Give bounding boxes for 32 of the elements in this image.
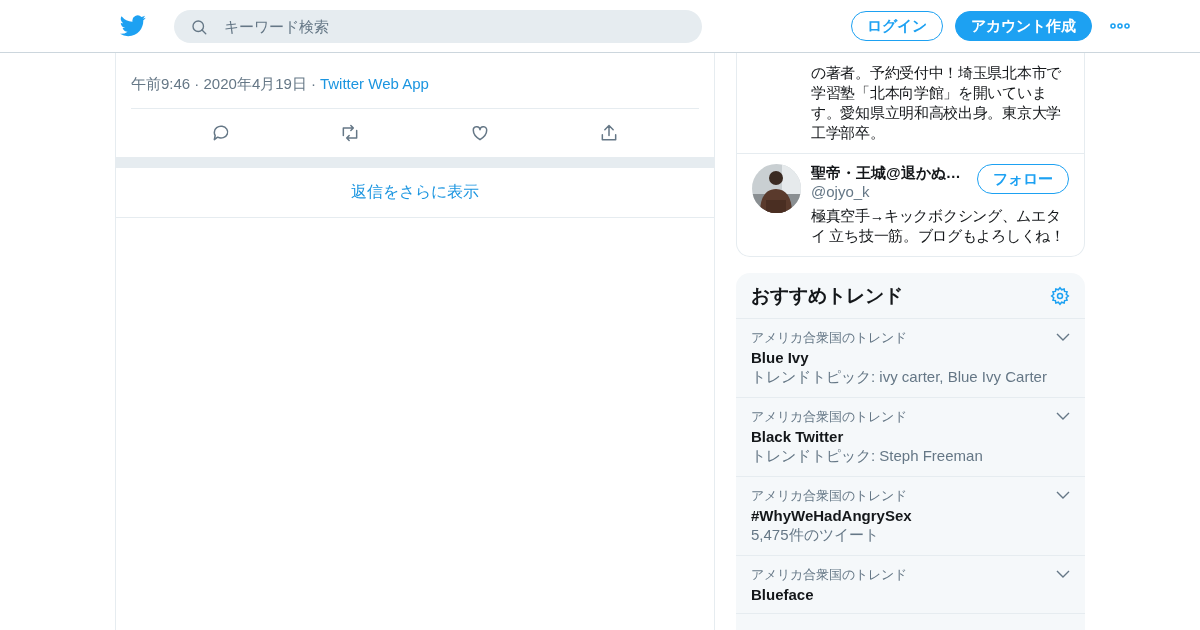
trend-detail: 5,475件のツイート bbox=[751, 526, 880, 545]
follow-button[interactable]: フォロー bbox=[977, 164, 1069, 194]
trend-name[interactable]: #WhyWeHadAngrySex bbox=[751, 507, 1070, 524]
trends-title: おすすめトレンド bbox=[751, 283, 903, 308]
trend-context: アメリカ合衆国のトレンド bbox=[751, 566, 907, 584]
trend-context: アメリカ合衆国のトレンド bbox=[751, 408, 907, 426]
user-name: 聖帝・王城@退かぬ… bbox=[811, 164, 961, 183]
chevron-down-icon[interactable] bbox=[1056, 333, 1070, 341]
trend-name[interactable]: Blue Ivy bbox=[751, 349, 1070, 366]
chevron-down-icon[interactable] bbox=[1056, 570, 1070, 578]
user-bio: の著者。予約受付中！埼玉県北本市で学習塾「北本向学館」を開いています。愛知県立明和高校出身。東京大学工学部卒。 bbox=[811, 64, 1062, 143]
trend-context: アメリカ合衆国のトレンド bbox=[751, 329, 907, 347]
more-icon[interactable] bbox=[1110, 23, 1130, 29]
chevron-down-icon[interactable] bbox=[1056, 412, 1070, 420]
trend-name[interactable]: Black Twitter bbox=[751, 428, 1070, 445]
search-icon[interactable] bbox=[190, 17, 208, 36]
signup-button[interactable]: アカウント作成 bbox=[955, 11, 1092, 41]
trend-context: アメリカ合衆国のトレンド bbox=[751, 487, 907, 505]
trend-name[interactable]: Blueface bbox=[751, 586, 1070, 603]
more-replies-link[interactable]: 返信をさらに表示 bbox=[351, 182, 479, 203]
settings-icon[interactable] bbox=[1050, 285, 1070, 306]
chevron-down-icon[interactable] bbox=[1056, 491, 1070, 499]
separator-dot: · bbox=[310, 75, 316, 94]
bird-logo-icon[interactable] bbox=[120, 15, 146, 37]
user-bio: 極真空手→キックボクシング、ムエタイ 立ち技一筋。ブログもよろしくね！ bbox=[811, 207, 1066, 246]
search-field[interactable]: キーワード検索 bbox=[174, 9, 702, 43]
tweet-timestamp: 午前9:46 · 2020年4月19日 bbox=[131, 75, 307, 94]
source-link[interactable]: Twitter Web App bbox=[319, 75, 429, 94]
login-button[interactable]: ログイン bbox=[851, 11, 943, 41]
user-handle: @ojyo_k bbox=[811, 183, 871, 200]
trend-detail: トレンドトピック: Steph Freeman bbox=[751, 447, 984, 466]
trend-detail: トレンドトピック: ivy carter, Blue Ivy Carter bbox=[751, 368, 1048, 387]
